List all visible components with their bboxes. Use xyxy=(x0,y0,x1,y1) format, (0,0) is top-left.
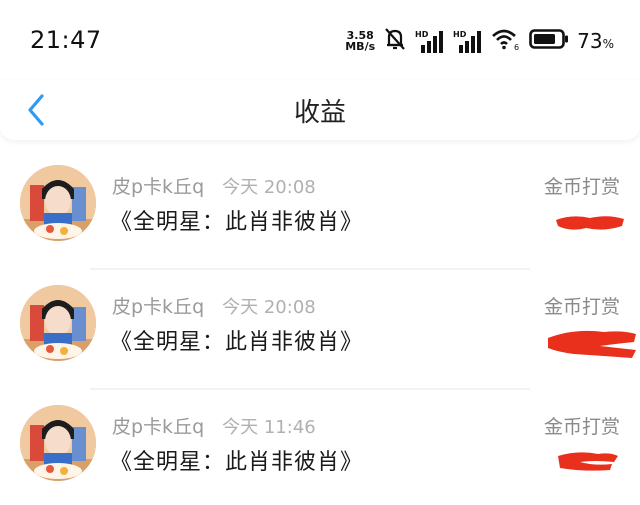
status-time: 21:47 xyxy=(30,26,102,54)
signal-icon: HD xyxy=(453,29,483,53)
reward-type: 金币打赏 xyxy=(543,416,620,438)
hd-label: HD xyxy=(453,30,467,39)
user-name[interactable]: 皮p卡k丘q xyxy=(112,412,204,439)
status-icons: 3.58 MB/s HD HD 6 73% xyxy=(345,26,614,56)
app-header: 收益 xyxy=(0,80,640,140)
redacted-amount xyxy=(556,216,624,230)
list-item[interactable]: 皮p卡k丘q 今天 20:08 《全明星：此肖非彼肖》 金币打赏 xyxy=(0,270,640,390)
record-time: 今天 20:08 xyxy=(222,296,316,318)
network-speed-unit: MB/s xyxy=(345,40,376,53)
wifi-badge: 6 xyxy=(514,43,519,51)
mute-bell-icon xyxy=(383,26,407,56)
earnings-list: 皮p卡k丘q 今天 20:08 《全明星：此肖非彼肖》 金币打赏 皮p卡k丘q … xyxy=(0,150,640,505)
work-title[interactable]: 《全明星：此肖非彼肖》 xyxy=(110,324,363,356)
work-title[interactable]: 《全明星：此肖非彼肖》 xyxy=(110,204,363,236)
network-speed: 3.58 MB/s xyxy=(345,30,375,52)
battery-icon xyxy=(529,28,569,54)
record-time: 今天 11:46 xyxy=(222,416,316,438)
battery-percent-sign: % xyxy=(602,37,614,51)
list-item[interactable]: 皮p卡k丘q 今天 20:08 《全明星：此肖非彼肖》 金币打赏 xyxy=(0,150,640,270)
battery-percent-value: 73 xyxy=(577,29,603,53)
redacted-amount xyxy=(548,330,636,358)
avatar[interactable] xyxy=(20,165,96,241)
signal-icon: HD xyxy=(415,29,445,53)
hd-label: HD xyxy=(415,30,429,39)
user-name[interactable]: 皮p卡k丘q xyxy=(112,292,204,319)
status-bar: 21:47 3.58 MB/s HD HD 6 73% xyxy=(0,0,640,80)
list-item[interactable]: 皮p卡k丘q 今天 11:46 《全明星：此肖非彼肖》 金币打赏 xyxy=(0,390,640,505)
record-meta: 皮p卡k丘q 今天 20:08 xyxy=(112,172,316,199)
record-meta: 皮p卡k丘q 今天 11:46 xyxy=(112,412,316,439)
user-name[interactable]: 皮p卡k丘q xyxy=(112,172,204,199)
battery-percent: 73% xyxy=(577,29,614,53)
work-title[interactable]: 《全明星：此肖非彼肖》 xyxy=(110,444,363,476)
redacted-amount xyxy=(558,452,618,471)
wifi-icon: 6 xyxy=(491,27,521,55)
reward-type: 金币打赏 xyxy=(543,296,620,318)
earnings-screen: 21:47 3.58 MB/s HD HD 6 73% 收益 皮p卡k丘q 今天… xyxy=(0,0,640,505)
avatar[interactable] xyxy=(20,285,96,361)
page-title: 收益 xyxy=(293,98,346,128)
reward-type: 金币打赏 xyxy=(543,176,620,198)
record-meta: 皮p卡k丘q 今天 20:08 xyxy=(112,292,316,319)
avatar[interactable] xyxy=(20,405,96,481)
record-time: 今天 20:08 xyxy=(222,176,316,198)
